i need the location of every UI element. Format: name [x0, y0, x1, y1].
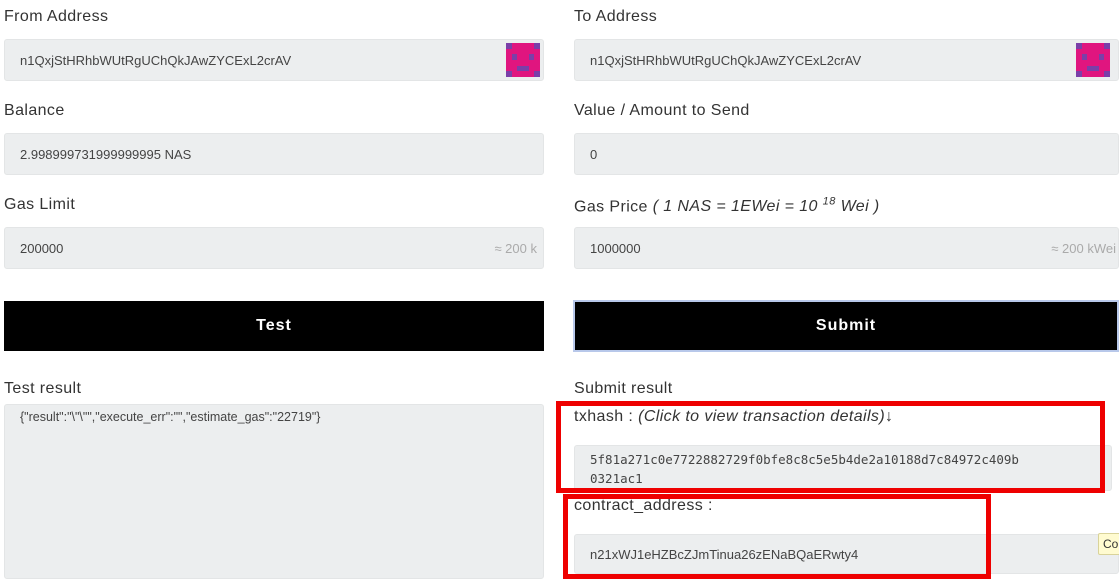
from-address-field[interactable]: n1QxjStHRhbWUtRgUChQkJAwZYCExL2crAV	[4, 39, 544, 81]
from-address-value: n1QxjStHRhbWUtRgUChQkJAwZYCExL2crAV	[20, 52, 292, 68]
value-input[interactable]: 0	[574, 133, 1119, 175]
balance-field: 2.998999731999999995 NAS	[4, 133, 544, 175]
test-result-label: Test result	[4, 380, 82, 397]
test-result-box: {"result":"\"\"","execute_err":"","estim…	[4, 404, 544, 579]
gas-price-label: Gas Price	[574, 198, 648, 216]
gas-price-input[interactable]: 1000000 ≈ 200 kWei	[574, 227, 1119, 269]
gas-price-value: 1000000	[590, 240, 641, 256]
gas-limit-value: 200000	[20, 240, 64, 256]
gas-price-hint: ≈ 200 kWei	[1051, 240, 1116, 256]
identicon-icon	[1076, 43, 1110, 77]
highlight-box-contract	[563, 494, 991, 579]
from-address-label: From Address	[4, 8, 109, 25]
balance-label: Balance	[4, 102, 65, 119]
copy-tooltip: Co	[1098, 533, 1119, 555]
gas-limit-hint: ≈ 200 k	[494, 240, 537, 256]
value-value: 0	[590, 146, 598, 162]
gas-limit-label: Gas Limit	[4, 196, 76, 213]
gas-price-label-row: Gas Price ( 1 NAS = 1EWei = 10 18 Wei )	[574, 196, 880, 216]
value-label: Value / Amount to Send	[574, 102, 750, 119]
gas-price-note: ( 1 NAS = 1EWei = 10 18 Wei )	[652, 196, 880, 216]
balance-value: 2.998999731999999995 NAS	[20, 146, 192, 162]
test-button[interactable]: Test	[4, 301, 544, 351]
to-address-label: To Address	[574, 8, 658, 25]
submit-button[interactable]: Submit	[573, 300, 1119, 352]
identicon-icon	[506, 43, 540, 77]
highlight-box-txhash	[556, 401, 1105, 493]
gas-limit-input[interactable]: 200000 ≈ 200 k	[4, 227, 544, 269]
submit-result-label: Submit result	[574, 380, 673, 397]
to-address-value: n1QxjStHRhbWUtRgUChQkJAwZYCExL2crAV	[590, 52, 862, 68]
to-address-input[interactable]: n1QxjStHRhbWUtRgUChQkJAwZYCExL2crAV	[574, 39, 1119, 81]
test-result-value: {"result":"\"\"","execute_err":"","estim…	[20, 410, 321, 424]
